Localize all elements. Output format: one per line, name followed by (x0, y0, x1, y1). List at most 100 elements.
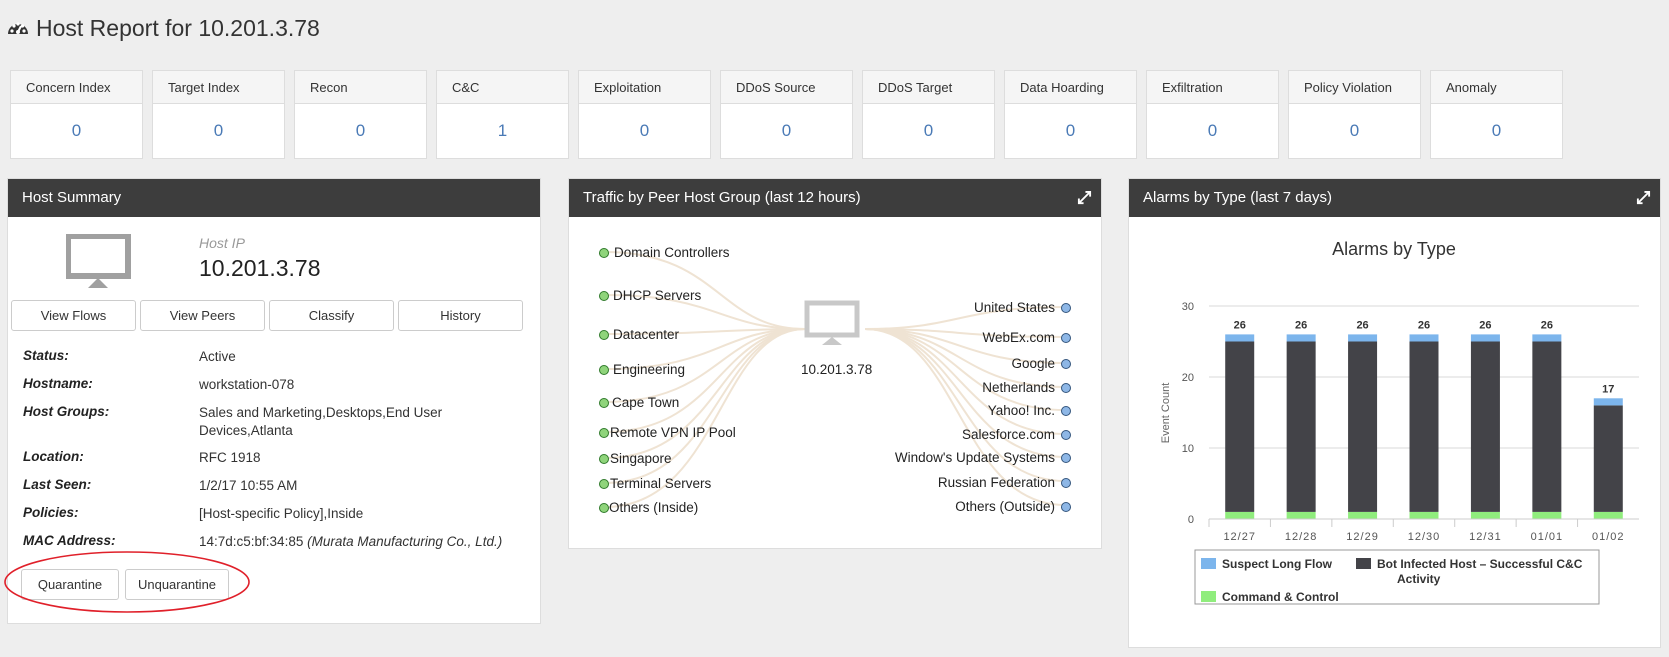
inside-node-dot[interactable] (599, 454, 609, 464)
bar-segment (1286, 341, 1316, 512)
inside-group-label[interactable]: Datacenter (613, 327, 679, 343)
tile-target-index[interactable]: Target Index 0 (152, 70, 285, 159)
tile-value[interactable]: 0 (1147, 104, 1278, 158)
legend-label: Bot Infected Host – Successful C&C (1377, 557, 1583, 571)
tile-value[interactable]: 0 (1289, 104, 1420, 158)
x-tick-label: 12/27 (1223, 531, 1256, 543)
legend-swatch (1201, 591, 1216, 602)
center-host-monitor-icon (804, 300, 860, 345)
alarms-panel: Alarms by Type (last 7 days) Alarms by T… (1128, 178, 1661, 648)
outside-node-dot[interactable] (1061, 453, 1071, 463)
tile-value[interactable]: 0 (11, 104, 142, 158)
tile-value[interactable]: 0 (1005, 104, 1136, 158)
inside-node-dot[interactable] (599, 291, 609, 301)
page-header: Host Report for 10.201.3.78 (6, 13, 320, 43)
view-peers-button[interactable]: View Peers (140, 300, 265, 331)
bar-segment (1532, 334, 1562, 342)
outside-node-dot[interactable] (1061, 303, 1071, 313)
outside-group-label[interactable]: Yahoo! Inc. (988, 403, 1055, 419)
policies-value: [Host-specific Policy],Inside (199, 506, 364, 521)
tile-data-hoarding[interactable]: Data Hoarding 0 (1004, 70, 1137, 159)
inside-node-dot[interactable] (599, 330, 609, 340)
bar-total-label: 17 (1602, 383, 1614, 395)
tile-value[interactable]: 1 (437, 104, 568, 158)
outside-node-dot[interactable] (1061, 430, 1071, 440)
outside-group-label[interactable]: Others (Outside) (955, 499, 1055, 515)
tile-value[interactable]: 0 (579, 104, 710, 158)
status-label: Status: (23, 348, 69, 363)
y-tick-label: 10 (1182, 443, 1194, 455)
expand-icon[interactable] (1077, 190, 1092, 205)
host-groups-value: Sales and Marketing,Desktops,End User De… (199, 404, 442, 440)
tile-anomaly[interactable]: Anomaly 0 (1430, 70, 1563, 159)
highlight-ellipse (4, 551, 250, 613)
tile-value[interactable]: 0 (1431, 104, 1562, 158)
inside-group-label[interactable]: Others (Inside) (609, 500, 698, 516)
outside-node-dot[interactable] (1061, 478, 1071, 488)
tile-value[interactable]: 0 (153, 104, 284, 158)
tile-value[interactable]: 0 (721, 104, 852, 158)
legend-label: Command & Control (1222, 590, 1339, 604)
outside-node-dot[interactable] (1061, 406, 1071, 416)
tile-cnc[interactable]: C&C 1 (436, 70, 569, 159)
bar-total-label: 26 (1541, 319, 1553, 331)
tile-ddos-target[interactable]: DDoS Target 0 (862, 70, 995, 159)
dashboard-gauge-icon (8, 22, 28, 34)
outside-group-label[interactable]: WebEx.com (982, 330, 1055, 346)
tile-exfiltration[interactable]: Exfiltration 0 (1146, 70, 1279, 159)
outside-group-label[interactable]: Russian Federation (938, 475, 1055, 491)
inside-group-label[interactable]: Engineering (613, 362, 685, 378)
bar-segment (1409, 341, 1439, 512)
mac-address-label: MAC Address: (23, 533, 116, 548)
inside-node-dot[interactable] (599, 248, 609, 258)
tile-label: DDoS Target (863, 71, 994, 104)
inside-node-dot[interactable] (599, 365, 609, 375)
inside-node-dot[interactable] (599, 398, 609, 408)
tile-value[interactable]: 0 (295, 104, 426, 158)
bar-total-label: 26 (1295, 319, 1307, 331)
alarms-chart: Alarms by Type 0 10 20 30 Event Count 12/27 26 1… (1160, 239, 1639, 605)
inside-group-label[interactable]: Domain Controllers (614, 245, 730, 261)
outside-node-dot[interactable] (1061, 333, 1071, 343)
tile-recon[interactable]: Recon 0 (294, 70, 427, 159)
tile-value[interactable]: 0 (863, 104, 994, 158)
tile-label: Recon (295, 71, 426, 104)
host-ip-value: 10.201.3.78 (199, 255, 321, 281)
outside-group-label[interactable]: Window's Update Systems (895, 450, 1055, 466)
view-flows-button[interactable]: View Flows (11, 300, 136, 331)
bar-segment (1470, 334, 1500, 342)
outside-group-label[interactable]: United States (974, 300, 1055, 316)
expand-icon[interactable] (1636, 190, 1651, 205)
tile-concern-index[interactable]: Concern Index 0 (10, 70, 143, 159)
bar-segment (1348, 511, 1378, 519)
outside-group-label[interactable]: Google (1011, 356, 1055, 372)
inside-node-dot[interactable] (599, 503, 609, 513)
inside-group-label[interactable]: DHCP Servers (613, 288, 701, 304)
inside-node-dot[interactable] (599, 479, 609, 489)
outside-node-dot[interactable] (1061, 359, 1071, 369)
tile-policy-violation[interactable]: Policy Violation 0 (1288, 70, 1421, 159)
x-tick-label: 12/30 (1408, 531, 1441, 543)
history-button[interactable]: History (398, 300, 523, 331)
inside-node-dot[interactable] (599, 428, 609, 438)
outside-node-dot[interactable] (1061, 383, 1071, 393)
bar-total-label: 26 (1479, 319, 1491, 331)
y-axis-label: Event Count (1160, 383, 1172, 444)
tile-ddos-source[interactable]: DDoS Source 0 (720, 70, 853, 159)
bar-segment (1593, 511, 1623, 519)
tile-label: Exploitation (579, 71, 710, 104)
outside-group-label[interactable]: Salesforce.com (962, 427, 1055, 443)
inside-group-label[interactable]: Terminal Servers (610, 476, 711, 492)
outside-node-dot[interactable] (1061, 502, 1071, 512)
outside-group-label[interactable]: Netherlands (982, 380, 1055, 396)
tile-exploitation[interactable]: Exploitation 0 (578, 70, 711, 159)
tile-label: Concern Index (11, 71, 142, 104)
inside-group-label[interactable]: Remote VPN IP Pool (610, 425, 736, 441)
classify-button[interactable]: Classify (269, 300, 394, 331)
legend-swatch (1201, 558, 1216, 569)
inside-group-label[interactable]: Singapore (610, 451, 672, 467)
inside-group-label[interactable]: Cape Town (612, 395, 679, 411)
page-title: Host Report for 10.201.3.78 (36, 14, 320, 41)
tile-label: Data Hoarding (1005, 71, 1136, 104)
last-seen-label: Last Seen: (23, 477, 92, 492)
